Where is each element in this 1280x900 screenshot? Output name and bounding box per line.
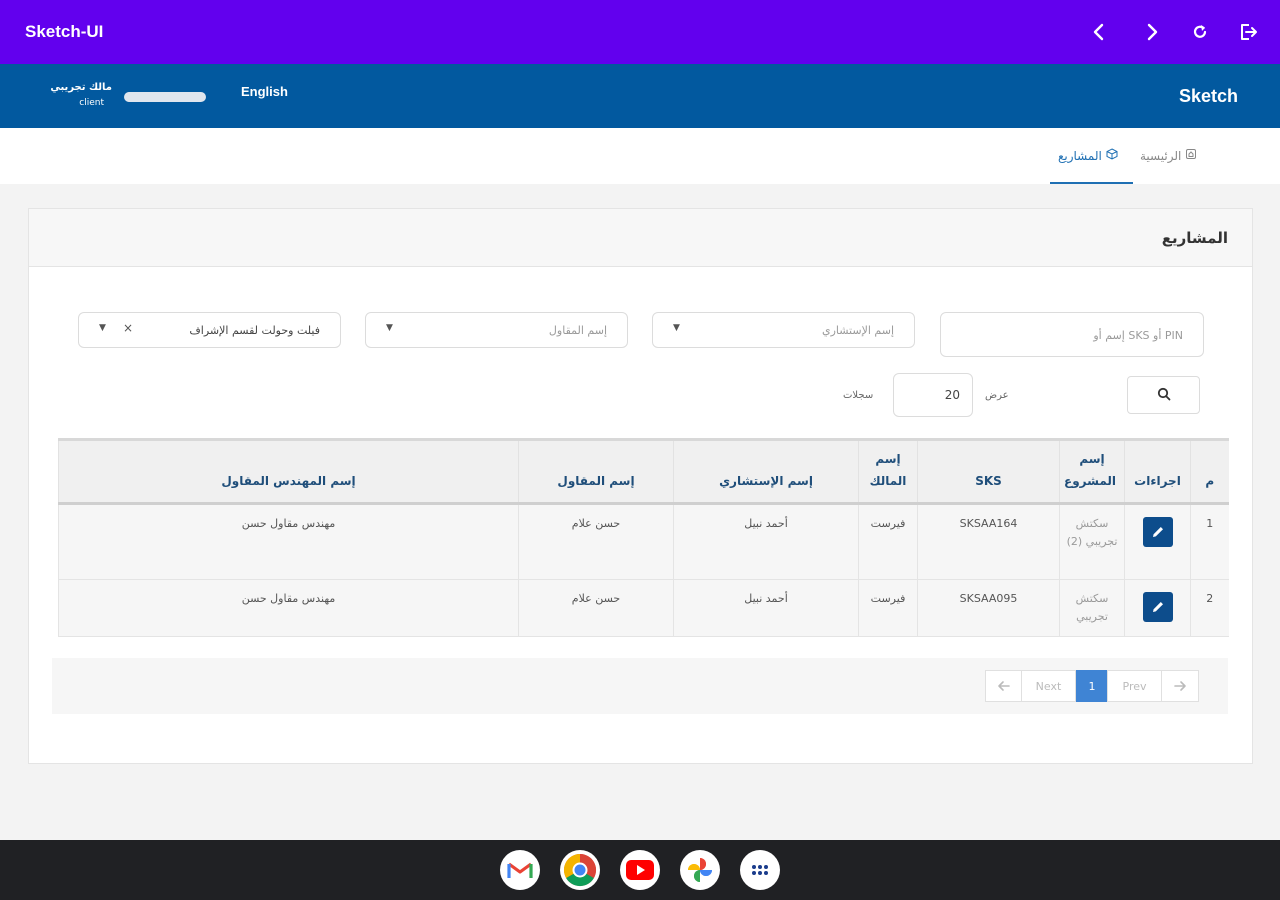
cell-contractor: حسن علام <box>518 503 674 580</box>
cell-consultant: أحمد نبيل <box>673 579 859 637</box>
gmail-icon[interactable] <box>500 850 540 890</box>
arrow-right-icon[interactable] <box>1161 670 1199 702</box>
contractor-select-placeholder: إسم المقاول <box>548 324 607 337</box>
search-button[interactable] <box>1127 376 1200 414</box>
user-role: client <box>79 98 104 108</box>
chevron-down-icon: ▼ <box>386 323 393 333</box>
cell-consultant: أحمد نبيل <box>673 503 859 580</box>
chevron-down-icon: ▼ <box>99 323 106 333</box>
chrome-icon[interactable] <box>560 850 600 890</box>
column-header-consultant[interactable]: إسم الإستشاري <box>673 438 859 505</box>
arrow-left-icon[interactable] <box>985 670 1022 702</box>
status-select[interactable]: فيلت وحولت لقسم الإشراف × ▼ <box>78 312 341 348</box>
edit-button[interactable] <box>1142 592 1173 622</box>
cell-index: 2 <box>1190 579 1229 637</box>
breadcrumb-home-label: الرئيسية <box>1140 148 1182 163</box>
breadcrumb-home[interactable]: الرئيسية <box>1140 148 1197 163</box>
cell-index: 1 <box>1190 503 1229 580</box>
column-header-project-name[interactable]: إسم المشروع <box>1059 438 1125 505</box>
cell-engineer: مهندس مقاول حسن <box>58 579 519 637</box>
next-page-button[interactable]: Next <box>1021 670 1076 702</box>
user-avatar-bar[interactable] <box>124 92 206 102</box>
search-input-placeholder: إسم أو SKS أو PIN <box>1093 329 1183 342</box>
cell-engineer: مهندس مقاول حسن <box>58 503 519 580</box>
refresh-icon[interactable] <box>1188 20 1212 44</box>
current-page-button[interactable]: 1 <box>1076 670 1108 702</box>
column-header-engineer[interactable]: إسم المهندس المقاول <box>58 438 519 505</box>
cell-contractor: حسن علام <box>518 579 674 637</box>
cell-sks: SKSAA095 <box>917 579 1060 637</box>
cell-actions <box>1124 503 1191 580</box>
brand-logo[interactable]: Sketch <box>1179 86 1238 107</box>
page-size-input[interactable]: 20 <box>893 373 973 417</box>
chevron-right-icon[interactable] <box>1140 20 1164 44</box>
column-header-contractor[interactable]: إسم المقاول <box>518 438 674 505</box>
contractor-select[interactable]: إسم المقاول ▼ <box>365 312 628 348</box>
pencil-icon <box>1152 527 1163 537</box>
youtube-icon[interactable] <box>620 850 660 890</box>
column-header-sks[interactable]: SKS <box>917 438 1060 505</box>
search-icon <box>1157 386 1171 405</box>
breadcrumb-projects[interactable]: المشاريع <box>1058 148 1118 163</box>
chevron-left-icon[interactable] <box>1087 20 1111 44</box>
photos-icon[interactable] <box>680 850 720 890</box>
card-title: المشاريع <box>1161 229 1228 247</box>
cell-sks: SKSAA164 <box>917 503 1060 580</box>
table-header-row: م اجراءات إسم المشروع SKS إسم المالك إسم… <box>58 438 1229 505</box>
app-bar: Sketch-UI <box>0 0 1280 64</box>
box-icon <box>1106 148 1118 163</box>
column-header-index[interactable]: م <box>1190 438 1229 505</box>
user-name: مالك تجريبي <box>50 82 112 93</box>
app-launcher-icon[interactable] <box>740 850 780 890</box>
edit-button[interactable] <box>1142 517 1173 547</box>
prev-page-button[interactable]: Prev <box>1107 670 1162 702</box>
table-row[interactable]: 2 سكتش تجريبي SKSAA095 فيرست أحمد نبيل ح… <box>58 579 1229 637</box>
chevron-down-icon: ▼ <box>673 323 680 333</box>
cell-project-name[interactable]: سكتش تجريبي (2) <box>1059 503 1125 580</box>
search-input[interactable]: إسم أو SKS أو PIN <box>940 312 1204 357</box>
language-toggle[interactable]: English <box>241 84 288 99</box>
cell-actions <box>1124 579 1191 637</box>
cell-owner: فيرست <box>858 503 918 580</box>
clear-icon[interactable]: × <box>123 321 133 335</box>
pencil-icon <box>1152 602 1163 612</box>
card-header: المشاريع <box>29 209 1252 267</box>
home-icon <box>1185 148 1197 163</box>
projects-table: م اجراءات إسم المشروع SKS إسم المالك إسم… <box>58 438 1229 637</box>
consultant-select-placeholder: إسم الإستشاري <box>821 324 894 337</box>
app-title: Sketch-UI <box>25 22 104 41</box>
consultant-select[interactable]: إسم الإستشاري ▼ <box>652 312 915 348</box>
status-select-value: فيلت وحولت لقسم الإشراف <box>189 324 320 337</box>
cell-owner: فيرست <box>858 579 918 637</box>
breadcrumb-projects-label: المشاريع <box>1058 148 1102 163</box>
table-row[interactable]: 1 سكتش تجريبي (2) SKSAA164 فيرست أحمد نب… <box>58 503 1229 580</box>
records-label: سجلات <box>843 390 874 401</box>
column-header-owner[interactable]: إسم المالك <box>858 438 918 505</box>
cell-project-name[interactable]: سكتش تجريبي <box>1059 579 1125 637</box>
show-label: عرض <box>985 390 1009 401</box>
active-tab-indicator <box>1050 182 1133 184</box>
logout-icon[interactable] <box>1236 20 1260 44</box>
column-header-actions: اجراءات <box>1124 438 1191 505</box>
